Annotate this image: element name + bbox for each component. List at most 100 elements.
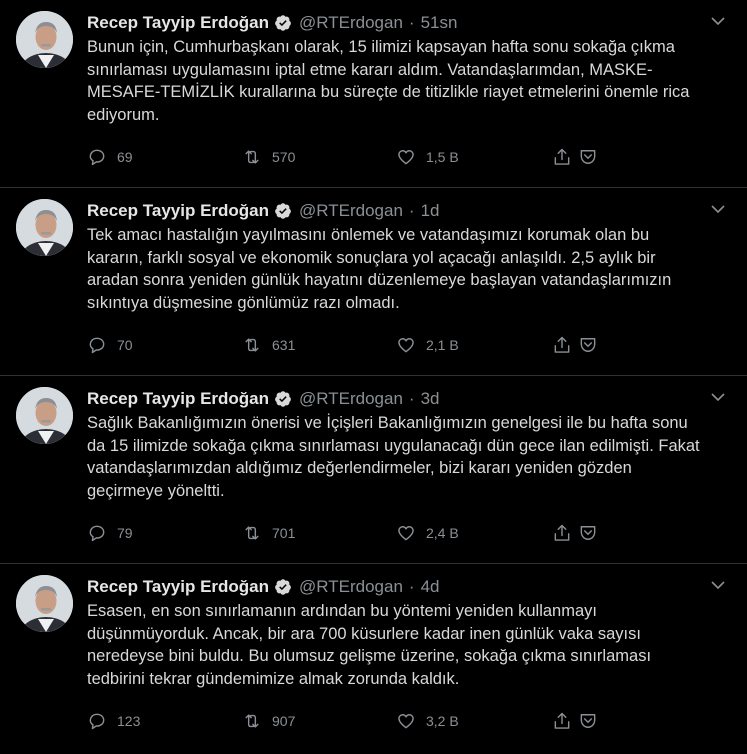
retweet-button[interactable]: 701 bbox=[242, 521, 295, 545]
tweet-text-line: düşünmüyorduk. Ancak, bir ara 700 küsurl… bbox=[87, 624, 641, 643]
separator-dot: · bbox=[408, 201, 415, 220]
reply-button[interactable]: 79 bbox=[87, 521, 133, 545]
like-count: 1,5 B bbox=[426, 149, 459, 165]
share-icon[interactable] bbox=[552, 147, 572, 167]
verified-icon bbox=[274, 390, 292, 408]
retweet-button[interactable]: 631 bbox=[242, 333, 295, 357]
tweet-time[interactable]: 4d bbox=[421, 577, 440, 597]
share-icon[interactable] bbox=[552, 335, 572, 355]
retweet-icon bbox=[245, 150, 259, 164]
share-icon[interactable] bbox=[552, 711, 572, 731]
reply-button[interactable]: 70 bbox=[87, 333, 133, 357]
author-handle[interactable]: @RTErdogan bbox=[299, 13, 403, 33]
reply-count: 123 bbox=[117, 713, 141, 729]
tweet-text-line: MESAFE-TEMİZLİK kurallarına bu süreçte d… bbox=[87, 83, 690, 101]
like-button[interactable]: 1,5 B bbox=[396, 145, 459, 169]
tweet-text-line: geçirmeye yöneltti. bbox=[87, 481, 225, 500]
verified-icon bbox=[274, 578, 292, 596]
separator-dot: · bbox=[408, 13, 415, 32]
reply-count: 69 bbox=[117, 149, 133, 165]
reply-count: 70 bbox=[117, 337, 133, 353]
avatar[interactable] bbox=[16, 387, 73, 444]
tweet-header: Recep Tayyip Erdoğan @RTErdogan · 3d bbox=[87, 388, 727, 410]
pocket-icon[interactable] bbox=[578, 335, 598, 355]
verified-icon bbox=[274, 14, 292, 32]
tweet-text-line: tedbirini tekrar gündemimize almak zorun… bbox=[87, 669, 460, 688]
tweet-actions: 70 631 2,1 B bbox=[87, 333, 607, 357]
chevron-down-icon[interactable] bbox=[711, 580, 725, 590]
author-handle[interactable]: @RTErdogan bbox=[299, 389, 403, 409]
tweet[interactable]: Recep Tayyip Erdoğan @RTErdogan · 51sn B… bbox=[0, 0, 747, 188]
reply-icon bbox=[89, 149, 105, 166]
like-button[interactable]: 3,2 B bbox=[396, 709, 459, 733]
tweet-text-line: Esasen, en son sınırlamanın ardından bu … bbox=[87, 602, 597, 620]
separator-dot: · bbox=[408, 577, 415, 596]
tweet-feed: Recep Tayyip Erdoğan @RTErdogan · 51sn B… bbox=[0, 0, 747, 754]
like-button[interactable]: 2,4 B bbox=[396, 521, 459, 545]
heart-icon bbox=[398, 338, 414, 353]
tweet-text: Esasen, en son sınırlamanın ardından bu … bbox=[87, 600, 727, 690]
chevron-down-icon[interactable] bbox=[711, 392, 725, 402]
retweet-icon bbox=[245, 714, 259, 728]
like-count: 2,4 B bbox=[426, 525, 459, 541]
tweet-text-line: da 15 ilimizde sokağa çıkma sınırlaması … bbox=[87, 436, 700, 455]
tweet-text: Bunun için, Cumhurbaşkanı olarak, 15 ili… bbox=[87, 36, 727, 126]
tweet-time[interactable]: 3d bbox=[421, 389, 440, 409]
heart-icon bbox=[398, 714, 414, 729]
like-count: 3,2 B bbox=[426, 713, 459, 729]
reply-icon bbox=[89, 337, 105, 354]
pocket-icon[interactable] bbox=[578, 523, 598, 543]
tweet-text-line: neredeyse bini buldu. Bu olumsuz gelişme… bbox=[87, 647, 652, 665]
tweet-time[interactable]: 51sn bbox=[421, 13, 458, 33]
retweet-icon bbox=[245, 338, 259, 352]
tweet-text: Sağlık Bakanlığımızın önerisi ve İçişler… bbox=[87, 412, 727, 502]
author-handle[interactable]: @RTErdogan bbox=[299, 201, 403, 221]
heart-icon bbox=[398, 526, 414, 541]
verified-icon bbox=[274, 202, 292, 220]
like-count: 2,1 B bbox=[426, 337, 459, 353]
share-icon[interactable] bbox=[552, 523, 572, 543]
tweet-text-line: ediyorum. bbox=[87, 105, 160, 124]
heart-icon bbox=[398, 150, 414, 165]
tweet-text-line: Tek amacı hastalığın yayılmasını önlemek… bbox=[87, 226, 650, 244]
retweet-count: 570 bbox=[272, 149, 296, 165]
retweet-icon bbox=[245, 526, 259, 540]
reply-button[interactable]: 123 bbox=[87, 709, 140, 733]
tweet-header: Recep Tayyip Erdoğan @RTErdogan · 51sn bbox=[87, 12, 727, 34]
tweet-text-line: sıkıntıya düşmesine gönlümüz razı olmadı… bbox=[87, 293, 400, 312]
share-actions bbox=[552, 521, 604, 545]
author-handle[interactable]: @RTErdogan bbox=[299, 577, 403, 597]
avatar[interactable] bbox=[16, 575, 73, 632]
author-name[interactable]: Recep Tayyip Erdoğan bbox=[87, 389, 269, 409]
tweet-header: Recep Tayyip Erdoğan @RTErdogan · 1d bbox=[87, 200, 727, 222]
tweet-actions: 69 570 1,5 B bbox=[87, 145, 607, 169]
author-name[interactable]: Recep Tayyip Erdoğan bbox=[87, 577, 269, 597]
separator-dot: · bbox=[408, 389, 415, 408]
tweet-time[interactable]: 1d bbox=[421, 201, 440, 221]
author-name[interactable]: Recep Tayyip Erdoğan bbox=[87, 201, 269, 221]
retweet-button[interactable]: 907 bbox=[242, 709, 295, 733]
reply-count: 79 bbox=[117, 525, 133, 541]
chevron-down-icon[interactable] bbox=[711, 204, 725, 214]
chevron-down-icon[interactable] bbox=[711, 16, 725, 26]
pocket-icon[interactable] bbox=[578, 147, 598, 167]
tweet-actions: 123 907 3,2 B bbox=[87, 709, 607, 733]
retweet-button[interactable]: 570 bbox=[242, 145, 295, 169]
like-button[interactable]: 2,1 B bbox=[396, 333, 459, 357]
avatar[interactable] bbox=[16, 199, 73, 256]
reply-icon bbox=[89, 525, 105, 542]
tweet-text-line: aradan sonra yeniden günlük hayatını düz… bbox=[87, 271, 672, 289]
share-actions bbox=[552, 709, 604, 733]
tweet[interactable]: Recep Tayyip Erdoğan @RTErdogan · 3d Sağ… bbox=[0, 376, 747, 564]
reply-button[interactable]: 69 bbox=[87, 145, 133, 169]
author-name[interactable]: Recep Tayyip Erdoğan bbox=[87, 13, 269, 33]
tweet-text-line: sınırlaması uygulamasını iptal etme kara… bbox=[87, 60, 653, 79]
share-actions bbox=[552, 333, 604, 357]
tweet[interactable]: Recep Tayyip Erdoğan @RTErdogan · 1d Tek… bbox=[0, 188, 747, 376]
avatar[interactable] bbox=[16, 11, 73, 68]
pocket-icon[interactable] bbox=[578, 711, 598, 731]
tweet[interactable]: Recep Tayyip Erdoğan @RTErdogan · 4d Esa… bbox=[0, 564, 747, 754]
retweet-count: 907 bbox=[272, 713, 296, 729]
retweet-count: 701 bbox=[272, 525, 296, 541]
tweet-text-line: Bunun için, Cumhurbaşkanı olarak, 15 ili… bbox=[87, 38, 675, 56]
